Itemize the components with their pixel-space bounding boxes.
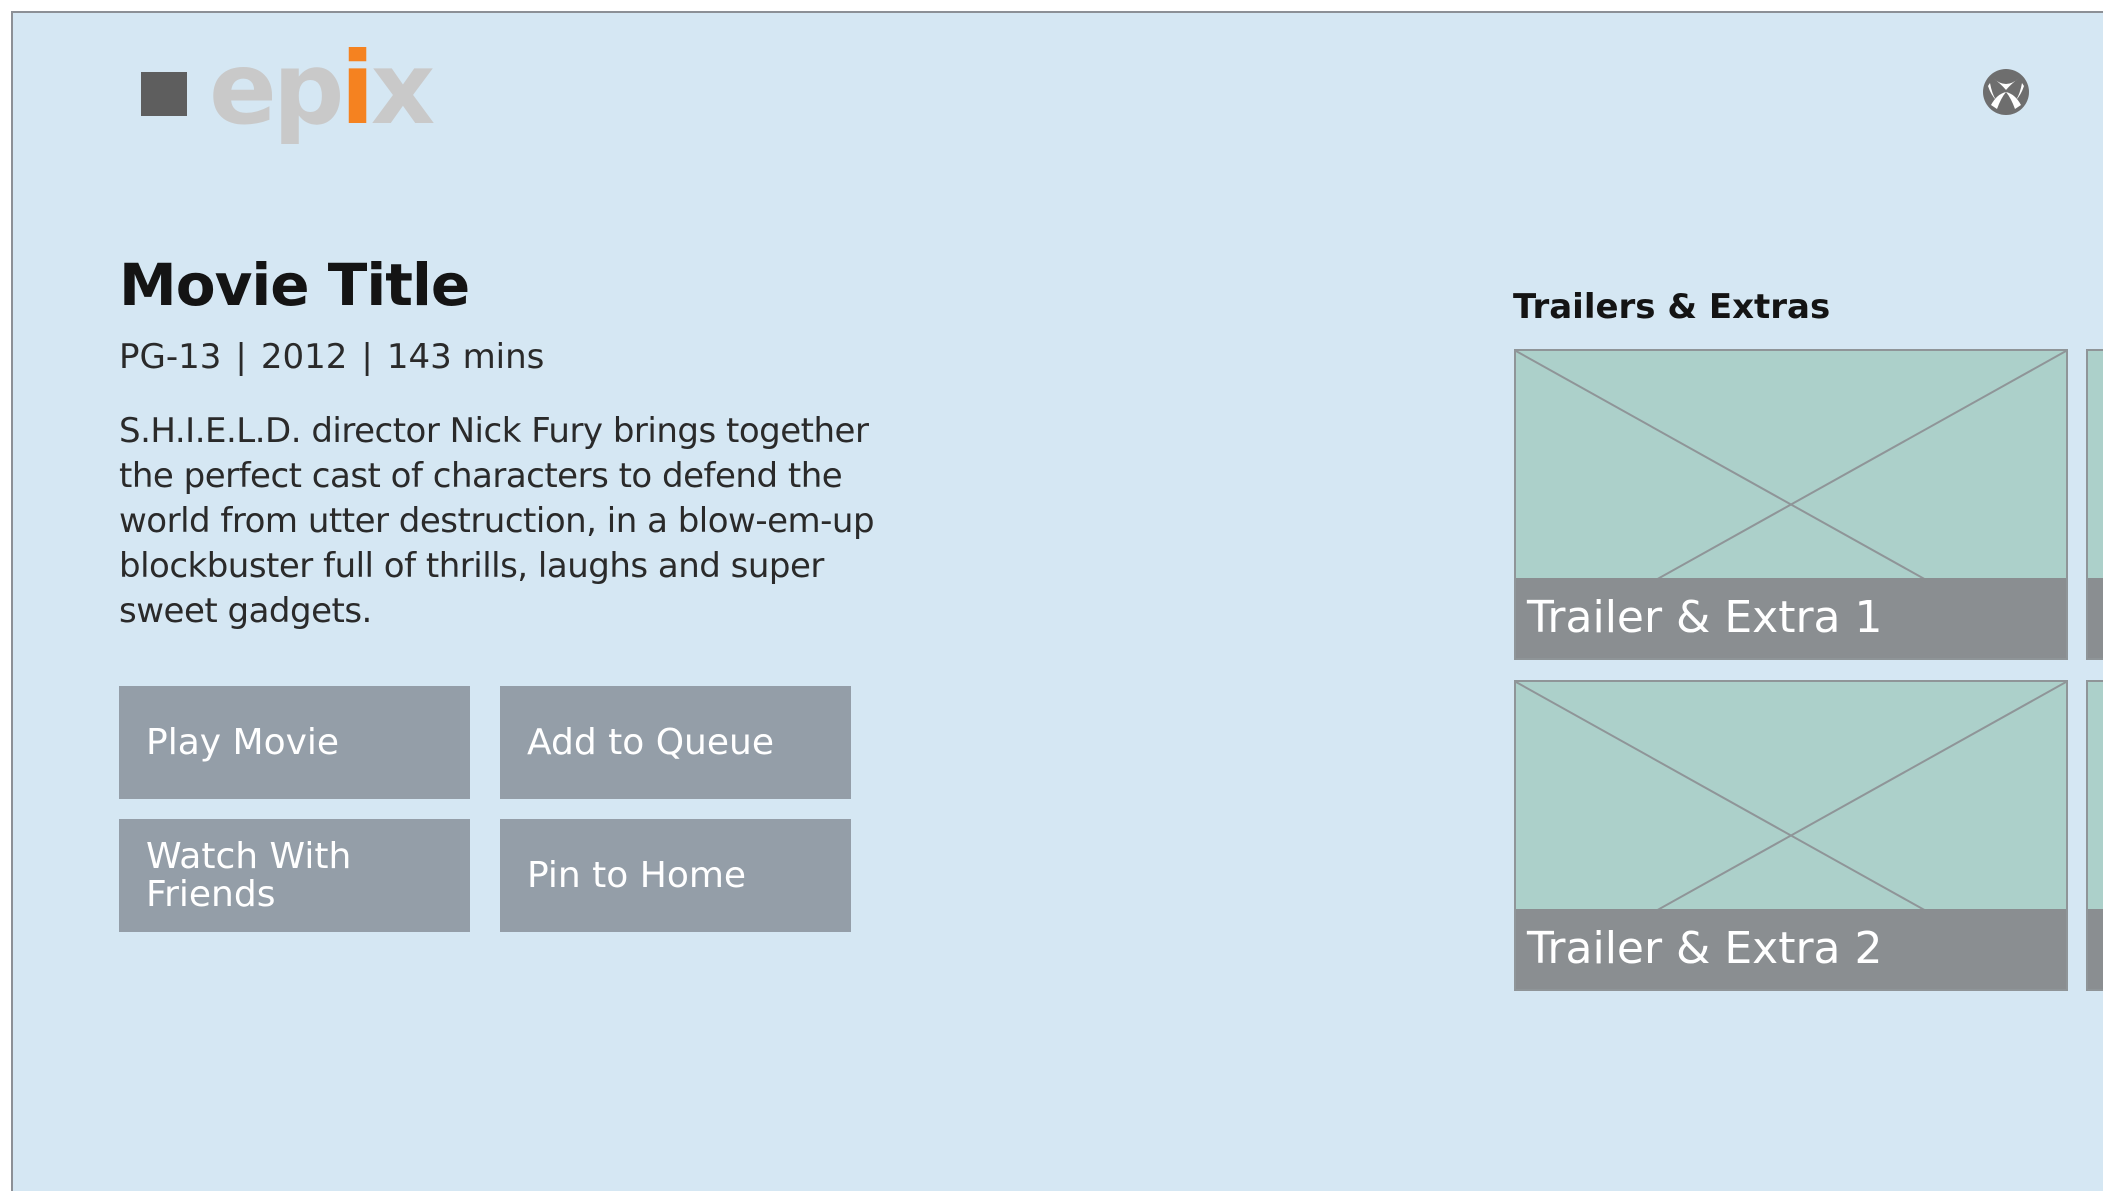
trailer-tile[interactable]: Trailer & Extra 1 <box>1514 349 2068 660</box>
trailer-tile-partial-caption <box>2088 578 2103 658</box>
brand-square <box>141 72 187 116</box>
add-to-queue-button[interactable]: Add to Queue <box>500 686 851 799</box>
add-to-queue-label: Add to Queue <box>527 721 774 763</box>
trailers-heading: Trailers & Extras <box>1513 287 1831 327</box>
movie-duration: 143 mins <box>386 337 545 377</box>
movie-rating: PG-13 <box>119 337 222 377</box>
logo-text-i: i <box>340 30 374 147</box>
meta-separator: | <box>361 337 373 377</box>
trailer-tile-label: Trailer & Extra 1 <box>1516 578 2066 658</box>
trailer-tile[interactable]: Trailer & Extra 2 <box>1514 680 2068 991</box>
pin-to-home-label: Pin to Home <box>527 854 747 896</box>
movie-year: 2012 <box>260 337 348 377</box>
trailer-tile-partial-caption <box>2088 909 2103 989</box>
play-movie-label: Play Movie <box>146 721 340 763</box>
movie-synopsis: S.H.I.E.L.D. director Nick Fury brings t… <box>119 411 875 631</box>
logo-text-x: x <box>370 30 435 147</box>
meta-separator: | <box>235 337 247 377</box>
movie-title: Movie Title <box>119 251 470 319</box>
trailer-tile-partial[interactable] <box>2086 349 2103 660</box>
trailer-tile-label: Trailer & Extra 2 <box>1516 909 2066 989</box>
logo-text-ep: ep <box>209 30 344 147</box>
epix-logo: epix <box>209 30 435 147</box>
movie-meta: PG-13 | 2012 | 143 mins <box>119 335 544 379</box>
play-movie-button[interactable]: Play Movie <box>119 686 470 799</box>
pin-to-home-button[interactable]: Pin to Home <box>500 819 851 932</box>
movie-detail-screen: epix Movie Title PG-13 | 2012 | 143 mins S.H… <box>11 11 2103 1191</box>
watch-with-friends-button[interactable]: Watch With Friends <box>119 819 470 932</box>
xbox-icon[interactable] <box>1982 68 2030 116</box>
watch-with-friends-label: Watch With Friends <box>146 835 352 915</box>
trailer-tile-partial[interactable] <box>2086 680 2103 991</box>
